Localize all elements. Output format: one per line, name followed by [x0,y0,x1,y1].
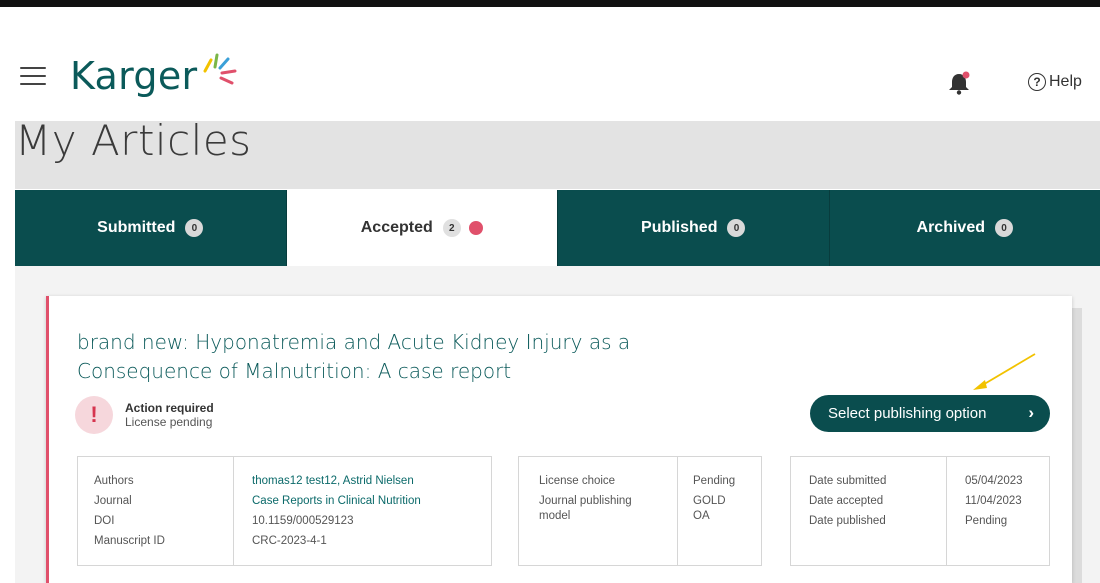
tab-count-badge: 0 [727,219,746,237]
authors-value: thomas12 test12, Astrid Nielsen [252,475,414,487]
annotation-arrow-icon [973,353,1036,390]
article-details-box: Authors Journal DOI Manuscript ID thomas… [77,456,492,566]
article-title[interactable]: brand new: Hyponatremia and Acute Kidney… [77,328,677,386]
tab-count-badge: 0 [994,219,1013,237]
tab-label: Published [641,219,718,236]
date-value: 05/04/2023 [965,475,1023,487]
tab-label: Submitted [97,219,176,236]
tab-archived[interactable]: Archived 0 [829,190,1100,266]
action-required-alert: ! Action required License pending [75,396,214,434]
date-value: Pending [965,515,1008,527]
article-card: brand new: Hyponatremia and Acute Kidney… [46,296,1072,583]
detail-label: Journal [94,495,132,507]
logo-text: Karger [70,54,198,98]
journal-value[interactable]: Case Reports in Clinical Nutrition [252,491,421,511]
license-value: Pending [693,475,736,487]
license-label: Journal publishing [539,495,632,507]
license-box: License choice Journal publishing model … [518,456,762,566]
alert-title: Action required [125,401,214,415]
help-link[interactable]: ? Help [1028,73,1082,91]
tab-published[interactable]: Published 0 [558,190,830,266]
chevron-right-icon: › [1028,403,1034,422]
detail-label: DOI [94,515,115,527]
date-label: Date published [809,515,886,527]
tab-count-badge: 2 [442,219,461,237]
license-value: OA [693,510,710,522]
license-label: License choice [539,475,616,487]
app-header: Karger ? Help [0,7,1100,120]
manuscript-id-value: CRC-2023-4-1 [252,535,327,547]
alert-subtitle: License pending [125,415,213,429]
detail-label: Manuscript ID [94,535,165,547]
select-publishing-option-button[interactable]: Select publishing option › [810,395,1050,432]
logo-mark-icon [203,53,237,85]
notification-dot [468,221,483,235]
help-icon: ? [1028,73,1046,91]
page-title: My Articles [15,116,252,165]
notification-bell-icon[interactable] [946,70,972,96]
license-label: model [539,510,571,522]
doi-value[interactable]: 10.1159/000529123 [252,511,421,531]
article-tabs: Submitted 0 Accepted 2 Published 0 Archi… [15,190,1100,266]
tab-count-badge: 0 [185,219,204,237]
button-label: Select publishing option [828,405,987,422]
tab-label: Archived [916,219,985,236]
menu-icon[interactable] [20,67,46,87]
date-label: Date submitted [809,475,887,487]
license-value: GOLD [693,495,726,507]
date-value: 11/04/2023 [965,495,1022,507]
karger-logo[interactable]: Karger [70,51,239,101]
tab-submitted[interactable]: Submitted 0 [15,190,287,266]
tab-accepted[interactable]: Accepted 2 [286,190,558,266]
tab-label: Accepted [360,219,433,236]
exclamation-icon: ! [75,396,113,434]
card-shadow [1072,308,1082,583]
date-label: Date accepted [809,495,884,507]
top-border [0,0,1100,7]
help-label: Help [1049,73,1082,90]
detail-label: Authors [94,475,134,487]
dates-box: Date submitted Date accepted Date publis… [790,456,1050,566]
